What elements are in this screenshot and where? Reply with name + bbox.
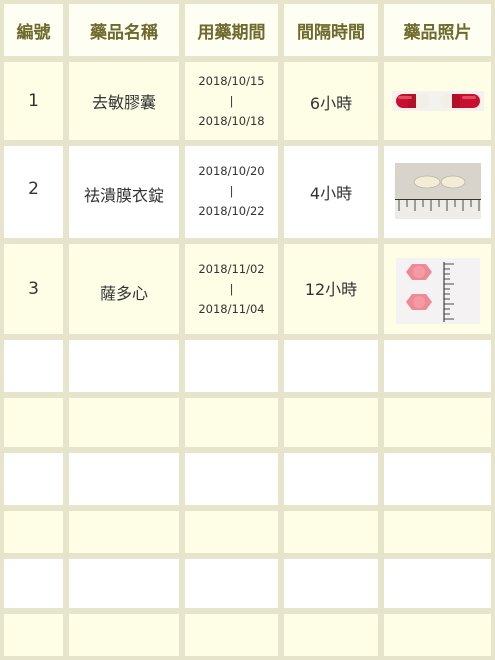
row-drug-name: 去敏膠囊	[69, 62, 179, 140]
empty-cell	[69, 453, 179, 505]
tablet-photo-icon	[395, 258, 480, 324]
empty-cell	[284, 614, 378, 656]
empty-cell	[185, 453, 278, 505]
empty-cell	[69, 559, 179, 608]
empty-cell	[69, 614, 179, 656]
row-date-separator: |	[229, 282, 234, 296]
empty-cell	[185, 559, 278, 608]
empty-cell	[69, 340, 179, 392]
row-number: 2	[4, 146, 63, 238]
empty-cell	[384, 453, 491, 505]
row-photo	[384, 244, 491, 334]
empty-cell	[384, 559, 491, 608]
row-period: 2018/10/15 | 2018/10/18	[185, 62, 278, 140]
empty-cell	[4, 614, 63, 656]
header-period: 用藥期間	[185, 4, 278, 56]
empty-cell	[284, 340, 378, 392]
empty-cell	[185, 398, 278, 447]
row-number: 3	[4, 244, 63, 334]
row-date-separator: |	[229, 94, 234, 108]
row-drug-name: 祛潰膜衣錠	[69, 146, 179, 238]
empty-cell	[69, 398, 179, 447]
header-interval: 間隔時間	[284, 4, 378, 56]
row-end-date: 2018/10/22	[198, 204, 265, 218]
empty-cell	[384, 398, 491, 447]
tablet-photo-icon	[394, 163, 481, 219]
empty-cell	[284, 511, 378, 553]
empty-cell	[4, 559, 63, 608]
empty-cell	[69, 511, 179, 553]
empty-cell	[384, 340, 491, 392]
empty-cell	[384, 511, 491, 553]
empty-cell	[4, 453, 63, 505]
row-end-date: 2018/11/04	[198, 302, 265, 316]
empty-cell	[284, 559, 378, 608]
row-end-date: 2018/10/18	[198, 114, 265, 128]
empty-cell	[185, 614, 278, 656]
empty-cell	[284, 453, 378, 505]
row-interval: 6小時	[284, 62, 378, 140]
empty-cell	[384, 614, 491, 656]
row-start-date: 2018/10/15	[198, 74, 265, 88]
row-start-date: 2018/10/20	[198, 164, 265, 178]
row-start-date: 2018/11/02	[198, 262, 265, 276]
empty-cell	[4, 511, 63, 553]
row-drug-name: 薩多心	[69, 244, 179, 334]
empty-cell	[4, 398, 63, 447]
row-photo	[384, 62, 491, 140]
capsule-photo-icon	[391, 91, 484, 111]
row-interval: 4小時	[284, 146, 378, 238]
medication-table: 編號 藥品名稱 用藥期間 間隔時間 藥品照片 1 去敏膠囊 2018/10/15…	[0, 0, 495, 660]
row-period: 2018/11/02 | 2018/11/04	[185, 244, 278, 334]
row-interval: 12小時	[284, 244, 378, 334]
header-photo: 藥品照片	[384, 4, 491, 56]
row-period: 2018/10/20 | 2018/10/22	[185, 146, 278, 238]
row-number: 1	[4, 62, 63, 140]
empty-cell	[185, 511, 278, 553]
empty-cell	[4, 340, 63, 392]
empty-cell	[185, 340, 278, 392]
header-number: 編號	[4, 4, 63, 56]
row-date-separator: |	[229, 184, 234, 198]
row-photo	[384, 146, 491, 238]
empty-cell	[284, 398, 378, 447]
header-drug-name: 藥品名稱	[69, 4, 179, 56]
